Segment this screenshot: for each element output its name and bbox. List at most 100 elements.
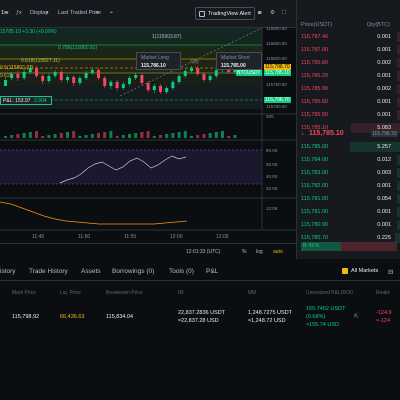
- candle-body: [140, 75, 144, 83]
- candle-body: [35, 68, 38, 76]
- volume-bar: [140, 132, 144, 138]
- bid-qty: 0.001: [377, 183, 391, 189]
- share-icon[interactable]: ⇱: [354, 314, 359, 320]
- y-tick: 80.00: [266, 148, 278, 153]
- ask-row[interactable]: 115,785.60 0.001: [297, 97, 400, 107]
- x-tick: 11:50: [78, 234, 91, 240]
- candle-body: [134, 75, 138, 78]
- bid-price: 115,785.00: [301, 144, 329, 150]
- volume-bar: [183, 131, 187, 138]
- bid-qty: 0.001: [377, 209, 391, 215]
- ask-qty: 0.001: [377, 99, 391, 105]
- bid-price: 115,781.00: [301, 196, 329, 202]
- mm-usd-value: ≈1,248.72 USD: [248, 318, 286, 324]
- candle-body: [47, 76, 51, 81]
- fib-label: 0.618(115827.11): [21, 58, 60, 64]
- candle-body: [208, 76, 212, 80]
- ask-row[interactable]: 115,787.00 0.001: [297, 45, 400, 55]
- candle-body: [84, 73, 88, 78]
- fullscreen-icon[interactable]: ⛶: [282, 10, 286, 17]
- bid-row[interactable]: 115,781.00 0.001: [297, 207, 400, 217]
- auto-toggle[interactable]: auto: [273, 249, 283, 255]
- tab-pnl[interactable]: P&L: [206, 268, 218, 275]
- filter-icon[interactable]: ⊟: [388, 268, 393, 276]
- fib-label: 0.5(115803.37): [0, 65, 34, 71]
- all-markets-checkbox[interactable]: [342, 268, 348, 274]
- volume-bar: [59, 133, 63, 138]
- log-toggle[interactable]: log: [256, 249, 263, 255]
- y-tick: 12:05: [266, 206, 278, 211]
- bid-row[interactable]: 115,783.00 0.003: [297, 168, 400, 178]
- bid-qty: 0.001: [377, 222, 391, 228]
- chevron-down-icon[interactable]: ▾: [6, 10, 9, 16]
- tab-trade-history[interactable]: Trade History: [29, 268, 68, 275]
- tab-order-history[interactable]: istory: [0, 268, 16, 275]
- candle-body: [128, 78, 131, 84]
- ask-qty: 0.002: [377, 60, 391, 66]
- y-tick: 115700.00: [266, 104, 287, 109]
- tradingview-alert-button[interactable]: TradingView Alert: [195, 7, 255, 20]
- indicators-icon[interactable]: ƒx: [16, 10, 22, 16]
- candle-body: [202, 74, 206, 80]
- market-long-label: Market Long: [141, 55, 169, 61]
- x-tick: 11:45: [32, 234, 45, 240]
- percent-toggle[interactable]: %: [242, 249, 246, 255]
- candle-body: [22, 72, 26, 78]
- last-price: 115,785.10: [309, 130, 344, 137]
- fib-label: 0.786(115860.91): [58, 45, 98, 51]
- market-short-label: Market Short: [221, 55, 250, 61]
- drawing-tools-icon[interactable]: ⌖: [110, 10, 113, 17]
- bid-row[interactable]: 115,782.00 0.001: [297, 181, 400, 191]
- bid-row[interactable]: 115,780.90 0.001: [297, 220, 400, 230]
- chevron-down-icon: ▾: [96, 10, 99, 16]
- ask-row[interactable]: 115,786.20 0.001: [297, 71, 400, 81]
- chart-timestamp: 12:01:33 (UTC): [186, 249, 221, 255]
- bid-row[interactable]: 115,785.00 5.257: [297, 142, 400, 152]
- bid-row[interactable]: 115,781.00 0.054: [297, 194, 400, 204]
- volume-bar: [10, 135, 14, 138]
- candle-body: [53, 72, 57, 76]
- position-tag[interactable]: P&L: 153.97 3.904: [0, 96, 52, 105]
- liq-price-value: 66,436.63: [60, 314, 85, 320]
- volume-bar: [128, 134, 131, 138]
- volume-bar: [121, 135, 125, 138]
- ask-price: 115,786.20: [301, 73, 329, 79]
- ask-row[interactable]: 115,787.40 0.001: [297, 32, 400, 42]
- candle-body: [177, 76, 181, 82]
- price-chart[interactable]: 15785.10 +3.30 (+0.00%) 1(115903.87) 0.7…: [0, 26, 296, 240]
- market-short-button[interactable]: Market Short 115,785.00: [216, 52, 262, 70]
- market-short-price: 115,785.00: [221, 63, 246, 69]
- market-long-price: 115,786.10: [141, 63, 166, 69]
- column-realized-pnl: Realiz: [376, 290, 390, 296]
- column-mm: MM: [248, 290, 257, 296]
- ask-row[interactable]: 115,785.90 0.002: [297, 84, 400, 94]
- bid-row[interactable]: 115,784.00 0.012: [297, 155, 400, 165]
- chart-footer: 12:01:33 (UTC) % log auto: [0, 243, 296, 259]
- volume-bar: [134, 133, 138, 138]
- candle-body: [16, 74, 20, 78]
- volume-bar: [214, 132, 218, 138]
- tab-borrowings[interactable]: Borrowings (0): [112, 268, 154, 275]
- volume-bar: [159, 135, 162, 138]
- volume-bar: [202, 134, 206, 138]
- ohlc-readout: 15785.10 +3.30 (+0.00%): [0, 29, 57, 35]
- y-tick: 115850.00: [266, 41, 287, 46]
- tab-assets[interactable]: Assets: [81, 268, 101, 275]
- settings-icon[interactable]: ⚙: [270, 10, 275, 16]
- market-long-button[interactable]: Market Long 115,786.10: [136, 52, 181, 70]
- roi-value: (0.68%): [306, 314, 326, 320]
- camera-icon[interactable]: ◙: [258, 10, 261, 16]
- chevron-down-icon: ▾: [46, 10, 49, 16]
- volume-bar: [190, 136, 193, 138]
- qty-label[interactable]: Qty: [191, 59, 199, 65]
- candle-body: [41, 76, 45, 81]
- realized-pnl-value: -124.9: [376, 310, 392, 316]
- mid-price-row[interactable]: ↓ 115,785.10 115,798.70: [297, 128, 400, 140]
- ask-price: 115,785.50: [301, 112, 329, 118]
- tab-tools[interactable]: Tools (0): [169, 268, 194, 275]
- symbol-price-tag: BTCUSDT: [236, 70, 262, 76]
- ask-row[interactable]: 115,786.60 0.002: [297, 58, 400, 68]
- upnl-value: 155.7452 USDT: [306, 306, 346, 312]
- ask-row[interactable]: 115,785.50 0.001: [297, 110, 400, 120]
- price-source-menu[interactable]: Last Traded Price: [58, 10, 101, 16]
